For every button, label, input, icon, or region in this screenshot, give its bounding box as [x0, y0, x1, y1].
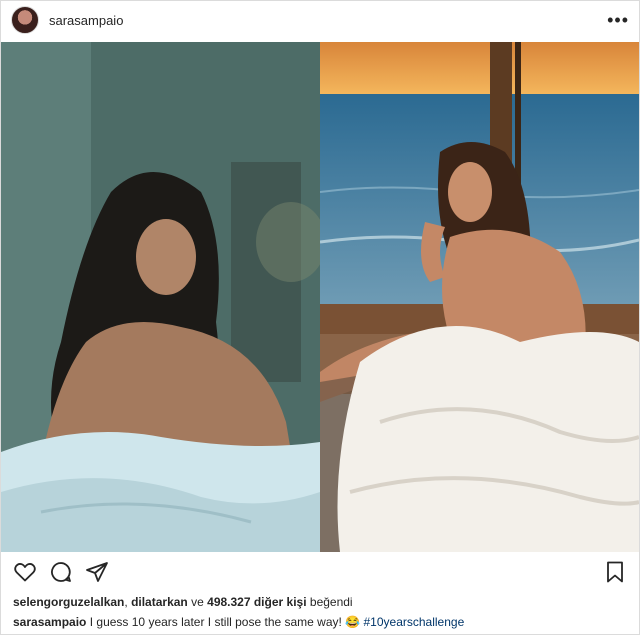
hashtag-link[interactable]: #10yearschallenge — [364, 615, 465, 629]
heart-icon[interactable] — [13, 560, 37, 584]
more-options-icon[interactable]: ••• — [607, 11, 629, 29]
instagram-post: sarasampaio ••• selengorguzelalkan, dila… — [0, 0, 640, 635]
likes-suffix: beğendi — [309, 595, 353, 609]
likes-separator: , — [124, 595, 128, 609]
post-header: sarasampaio ••• — [1, 1, 639, 39]
photo-left — [1, 42, 320, 552]
like-user-link[interactable]: selengorguzelalkan — [13, 595, 124, 609]
photo-left-scene — [1, 42, 320, 552]
laughing-emoji-icon: 😂 — [345, 615, 361, 629]
bookmark-icon[interactable] — [603, 560, 627, 584]
likes-conjunction: ve — [191, 595, 204, 609]
caption-text: I guess 10 years later I still pose the … — [89, 615, 342, 629]
likes-count-link[interactable]: 498.327 diğer kişi — [207, 595, 306, 609]
caption-username[interactable]: sarasampaio — [13, 615, 86, 629]
photo-right-scene — [320, 42, 639, 552]
comment-icon[interactable] — [49, 560, 73, 584]
avatar[interactable] — [11, 6, 39, 34]
post-username[interactable]: sarasampaio — [49, 13, 123, 28]
like-user-link[interactable]: dilatarkan — [131, 595, 188, 609]
action-bar — [1, 554, 639, 590]
caption: sarasampaio I guess 10 years later I sti… — [13, 615, 464, 629]
photo-right — [320, 42, 639, 552]
share-icon[interactable] — [85, 560, 109, 584]
post-image[interactable] — [1, 42, 639, 552]
likes-line: selengorguzelalkan, dilatarkan ve 498.32… — [13, 595, 353, 609]
